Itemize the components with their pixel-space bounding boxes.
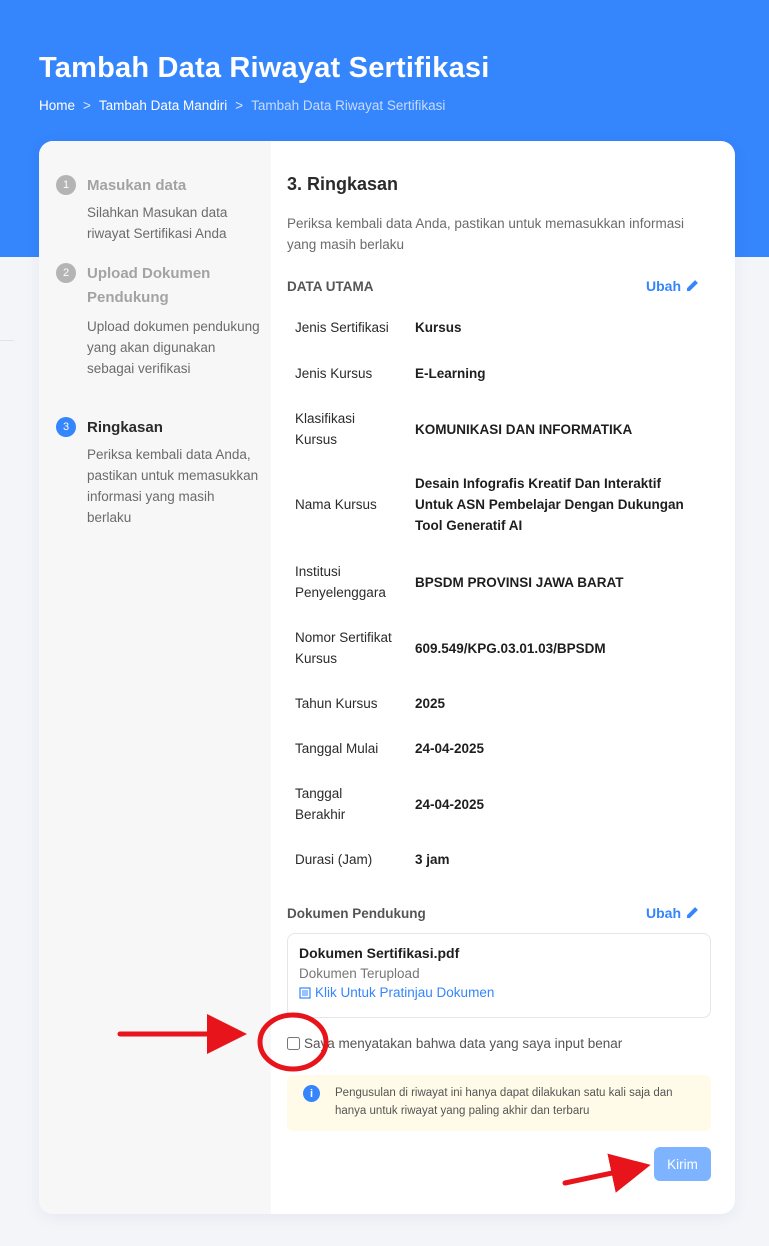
- summary-row: Tanggal Berakhir 24-04-2025: [295, 783, 703, 825]
- pencil-icon: [686, 280, 698, 292]
- edit-documents-button[interactable]: Ubah: [646, 905, 699, 921]
- data-utama-label: DATA UTAMA: [287, 278, 374, 294]
- page-title: Tambah Data Riwayat Sertifikasi: [39, 52, 490, 84]
- row-label: Durasi (Jam): [295, 852, 373, 867]
- row-value: Desain Infografis Kreatif Dan Interaktif…: [415, 476, 684, 533]
- stepper-sidebar: 1 Masukan data Silahkan Masukan data riw…: [39, 141, 271, 1214]
- notice-box: i Pengusulan di riwayat ini hanya dapat …: [287, 1075, 711, 1131]
- divider: [0, 340, 14, 341]
- notice-text: Pengusulan di riwayat ini hanya dapat di…: [335, 1087, 673, 1117]
- row-value: 24-04-2025: [415, 796, 485, 812]
- breadcrumb-tambah-data-mandiri[interactable]: Tambah Data Mandiri: [99, 98, 227, 113]
- row-value: 24-04-2025: [415, 741, 485, 756]
- step-title: Masukan data: [87, 177, 187, 194]
- row-label: Tanggal Berakhir: [295, 786, 346, 822]
- agreement-row[interactable]: Saya menyatakan bahwa data yang saya inp…: [287, 1036, 622, 1051]
- row-label: Tanggal Mulai: [295, 741, 379, 756]
- step-ringkasan[interactable]: 3 Ringkasan Periksa kembali data Anda, p…: [56, 416, 261, 528]
- step-masukan-data[interactable]: 1 Masukan data Silahkan Masukan data riw…: [56, 174, 261, 244]
- data-utama-header: DATA UTAMA Ubah: [287, 278, 699, 294]
- summary-row: Durasi (Jam) 3 jam: [295, 849, 703, 870]
- summary-row: Tanggal Mulai 24-04-2025: [295, 738, 703, 759]
- breadcrumb-current: Tambah Data Riwayat Sertifikasi: [251, 98, 446, 113]
- summary-row: Institusi Penyelenggara BPSDM PROVINSI J…: [295, 561, 703, 603]
- row-value: BPSDM PROVINSI JAWA BARAT: [415, 574, 624, 590]
- step-description: Periksa kembali data Anda, pastikan untu…: [87, 447, 259, 525]
- section-description: Periksa kembali data Anda, pastikan untu…: [287, 216, 684, 252]
- breadcrumb-home[interactable]: Home: [39, 98, 75, 113]
- preview-link-label: Klik Untuk Pratinjau Dokumen: [315, 985, 495, 1000]
- step-description: Silahkan Masukan data riwayat Sertifikas…: [87, 205, 228, 241]
- summary-row: Klasifikasi Kursus KOMUNIKASI DAN INFORM…: [295, 408, 703, 450]
- row-label: Tahun Kursus: [295, 696, 378, 711]
- document-card: Dokumen Sertifikasi.pdf Dokumen Teruploa…: [287, 933, 711, 1018]
- agreement-label: Saya menyatakan bahwa data yang saya inp…: [304, 1036, 623, 1051]
- breadcrumb-separator: >: [235, 98, 244, 113]
- document-file-name: Dokumen Sertifikasi.pdf: [299, 945, 460, 961]
- summary-row: Nama Kursus Desain Infografis Kreatif Da…: [295, 473, 703, 536]
- row-value: 2025: [415, 696, 446, 711]
- document-status: Dokumen Terupload: [299, 966, 420, 981]
- step-upload-dokumen[interactable]: 2 Upload Dokumen Pendukung Upload dokume…: [56, 262, 261, 379]
- row-label: Klasifikasi Kursus: [295, 411, 356, 447]
- edit-label: Ubah: [646, 278, 681, 294]
- row-value: 3 jam: [415, 852, 450, 867]
- documents-label: Dokumen Pendukung: [287, 905, 426, 921]
- edit-data-utama-button[interactable]: Ubah: [646, 278, 699, 294]
- agreement-checkbox[interactable]: [287, 1037, 300, 1050]
- summary-row: Tahun Kursus 2025: [295, 693, 703, 714]
- document-icon: [299, 986, 311, 999]
- summary-row: Jenis Sertifikasi Kursus: [295, 317, 703, 338]
- submit-button[interactable]: Kirim: [654, 1147, 711, 1181]
- row-label: Institusi Penyelenggara: [295, 564, 386, 600]
- step-description: Upload dokumen pendukung yang akan digun…: [87, 319, 260, 376]
- form-card: 1 Masukan data Silahkan Masukan data riw…: [39, 141, 735, 1214]
- info-icon: i: [303, 1085, 320, 1102]
- step-number: 1: [56, 175, 76, 195]
- row-label: Jenis Kursus: [295, 366, 373, 381]
- breadcrumb: Home > Tambah Data Mandiri > Tambah Data…: [39, 98, 445, 113]
- summary-row: Jenis Kursus E-Learning: [295, 363, 703, 384]
- step-title: Ringkasan: [87, 419, 163, 436]
- step-number: 3: [56, 417, 76, 437]
- summary-panel: 3. Ringkasan Periksa kembali data Anda, …: [287, 141, 711, 1214]
- row-label: Nomor Sertifikat Kursus: [295, 630, 392, 666]
- summary-row: Nomor Sertifikat Kursus 609.549/KPG.03.0…: [295, 627, 703, 669]
- pencil-icon: [686, 907, 698, 919]
- row-value: E-Learning: [415, 366, 486, 381]
- section-title: 3. Ringkasan: [287, 174, 399, 194]
- step-number: 2: [56, 263, 76, 283]
- row-label: Jenis Sertifikasi: [295, 320, 389, 335]
- row-value: 609.549/KPG.03.01.03/BPSDM: [415, 640, 606, 656]
- preview-document-link[interactable]: Klik Untuk Pratinjau Dokumen: [299, 985, 699, 1000]
- step-title: Upload Dokumen Pendukung: [87, 265, 211, 306]
- edit-label: Ubah: [646, 905, 681, 921]
- row-value: Kursus: [415, 320, 462, 335]
- row-label: Nama Kursus: [295, 497, 377, 512]
- row-value: KOMUNIKASI DAN INFORMATIKA: [415, 421, 633, 437]
- breadcrumb-separator: >: [83, 98, 91, 113]
- documents-header: Dokumen Pendukung Ubah: [287, 905, 699, 921]
